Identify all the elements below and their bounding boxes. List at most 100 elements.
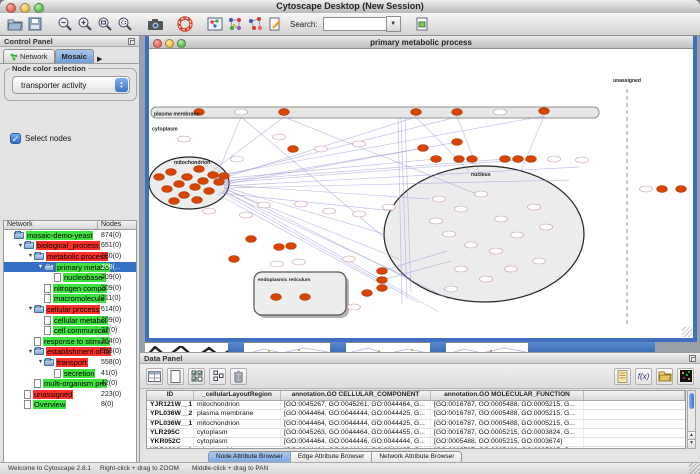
tree-expander-icon[interactable]: ▼: [37, 264, 44, 270]
plugins-icon[interactable]: [413, 15, 431, 33]
graph-node-selected[interactable]: [377, 277, 388, 284]
graph-node[interactable]: [505, 266, 518, 272]
network-overview-icon[interactable]: [206, 15, 224, 33]
tree-row[interactable]: Overview8(0): [4, 400, 136, 411]
network-graph[interactable]: plasma membranecytoplasmmitochondrionnuc…: [149, 49, 693, 338]
graph-node[interactable]: [548, 156, 561, 162]
graph-node[interactable]: [480, 276, 493, 282]
graph-node-selected[interactable]: [431, 156, 442, 163]
tree-expander-icon[interactable]: ▼: [27, 349, 34, 355]
background-window-edge[interactable]: [430, 342, 446, 352]
zoom-out-icon[interactable]: [56, 15, 74, 33]
graph-edge[interactable]: [284, 117, 479, 195]
graph-node[interactable]: [640, 186, 653, 192]
tree-expander-icon[interactable]: ▼: [37, 359, 44, 365]
graph-node-selected[interactable]: [454, 156, 465, 163]
zoom-in-icon[interactable]: [76, 15, 94, 33]
tree-row[interactable]: cell communicat22(0): [4, 325, 136, 336]
node-color-dropdown[interactable]: transporter activity ▲▼: [12, 76, 130, 94]
table-cell[interactable]: [GO:0016787, GO:0005488, GO:0005215, G..…: [431, 410, 584, 418]
table-cell[interactable]: [GO:0016787, GO:0005215, GO:0003824, G..…: [431, 429, 584, 437]
graph-node[interactable]: [231, 156, 244, 162]
graph-node[interactable]: [353, 211, 366, 217]
graph-node[interactable]: [240, 212, 253, 218]
tree-row[interactable]: ▼primary metabo209(...: [4, 262, 136, 273]
graph-node[interactable]: [348, 304, 361, 310]
graph-node-selected[interactable]: [467, 156, 478, 163]
graph-node-selected[interactable]: [174, 181, 185, 188]
graph-node[interactable]: [455, 266, 468, 272]
table-cell[interactable]: mitochondrion: [194, 447, 281, 449]
graph-node[interactable]: [258, 202, 271, 208]
graph-node-selected[interactable]: [513, 156, 524, 163]
snapshot-icon[interactable]: [146, 15, 164, 33]
tree-row[interactable]: unassigned223(0): [4, 389, 136, 400]
graph-node-selected[interactable]: [279, 109, 290, 116]
table-cell[interactable]: plasma membrane: [194, 410, 281, 418]
graph-node[interactable]: [494, 109, 507, 115]
tab-overflow-arrow-icon[interactable]: ▶: [97, 55, 102, 63]
zoom-fit-icon[interactable]: [96, 15, 114, 33]
graph-node-selected[interactable]: [362, 290, 373, 297]
table-scrollbar[interactable]: ▲ ▼: [687, 390, 696, 449]
graph-node[interactable]: [455, 206, 468, 212]
table-cell[interactable]: [GO:0044464, GO:0044444, GO:0044425, G..…: [281, 410, 431, 418]
graph-node-selected[interactable]: [169, 198, 180, 205]
graph-node-selected[interactable]: [192, 197, 203, 204]
background-window-edge[interactable]: [528, 342, 655, 352]
table-cell[interactable]: YPL036W__2: [147, 410, 194, 418]
graph-node[interactable]: [576, 157, 589, 163]
table-row[interactable]: YPL036W__1mitochondrion[GO:0044464, GO:0…: [147, 420, 685, 429]
annotation-icon[interactable]: [266, 15, 284, 33]
table-row[interactable]: YJR121W__1mitochondrion[GO:0045267, GO:0…: [147, 401, 685, 410]
network-canvas[interactable]: plasma membranecytoplasmmitochondrionnuc…: [149, 49, 693, 338]
plasma-membrane-region[interactable]: [151, 107, 599, 118]
graph-node-selected[interactable]: [286, 243, 297, 250]
graph-node[interactable]: [178, 136, 191, 142]
graph-edge[interactable]: [207, 117, 284, 175]
graph-node[interactable]: [433, 196, 446, 202]
graph-node-selected[interactable]: [229, 256, 240, 263]
table-row[interactable]: YLR295Ccytoplasm[GO:0045263, GO:0044464,…: [147, 429, 685, 438]
zoom-selected-icon[interactable]: [116, 15, 134, 33]
table-cell[interactable]: YDR039C__1: [147, 447, 194, 449]
graph-node[interactable]: [203, 208, 216, 214]
graph-node-selected[interactable]: [452, 109, 463, 116]
graph-node-selected[interactable]: [204, 188, 215, 195]
graph-node[interactable]: [445, 286, 458, 292]
graph-edge[interactable]: [215, 117, 241, 180]
background-window-edge[interactable]: [228, 342, 244, 352]
table-cell[interactable]: [GO:0016787, GO:0005488, GO:0005215, G..…: [431, 447, 584, 449]
graph-node-selected[interactable]: [179, 192, 190, 199]
graph-node[interactable]: [353, 141, 366, 147]
graph-node-selected[interactable]: [194, 166, 205, 173]
graph-node[interactable]: [540, 224, 553, 230]
graph-node[interactable]: [475, 191, 488, 197]
tree-row[interactable]: multi-organism pro42(0): [4, 378, 136, 389]
graph-node[interactable]: [430, 218, 443, 224]
background-window-sliver[interactable]: [346, 342, 430, 352]
help-icon[interactable]: [176, 15, 194, 33]
graph-node[interactable]: [235, 109, 248, 115]
tree-row[interactable]: mosaic-demo-yeast874(0): [4, 230, 136, 241]
column-go-molecular-function[interactable]: annotation.GO MOLECULAR_FUNCTION: [431, 391, 584, 400]
table-cell[interactable]: [GO:0044464, GO:0044446, GO:0044444, G..…: [281, 438, 431, 446]
graph-node-selected[interactable]: [198, 178, 209, 185]
tab-network[interactable]: Network: [3, 49, 55, 63]
select-attributes-icon[interactable]: [188, 368, 205, 385]
scroll-down-icon[interactable]: ▼: [688, 439, 695, 448]
graph-node-selected[interactable]: [539, 108, 550, 115]
function-builder-icon[interactable]: f(x): [635, 368, 652, 385]
tree-row[interactable]: nitrogen compo209(0): [4, 283, 136, 294]
graph-node-selected[interactable]: [657, 186, 668, 193]
tree-row[interactable]: ▼biological_process651(0): [4, 241, 136, 252]
scrollbar-thumb[interactable]: [689, 393, 694, 409]
unselect-attributes-icon[interactable]: [209, 368, 226, 385]
graph-edge[interactable]: [219, 148, 423, 183]
table-cell[interactable]: cytoplasm: [194, 429, 281, 437]
graph-node-selected[interactable]: [288, 146, 299, 153]
graph-node[interactable]: [465, 242, 478, 248]
open-icon[interactable]: [6, 15, 24, 33]
table-cell[interactable]: [GO:0045263, GO:0044464, GO:0044455, G..…: [281, 429, 431, 437]
tab-mosaic[interactable]: Mosaic: [55, 49, 94, 63]
